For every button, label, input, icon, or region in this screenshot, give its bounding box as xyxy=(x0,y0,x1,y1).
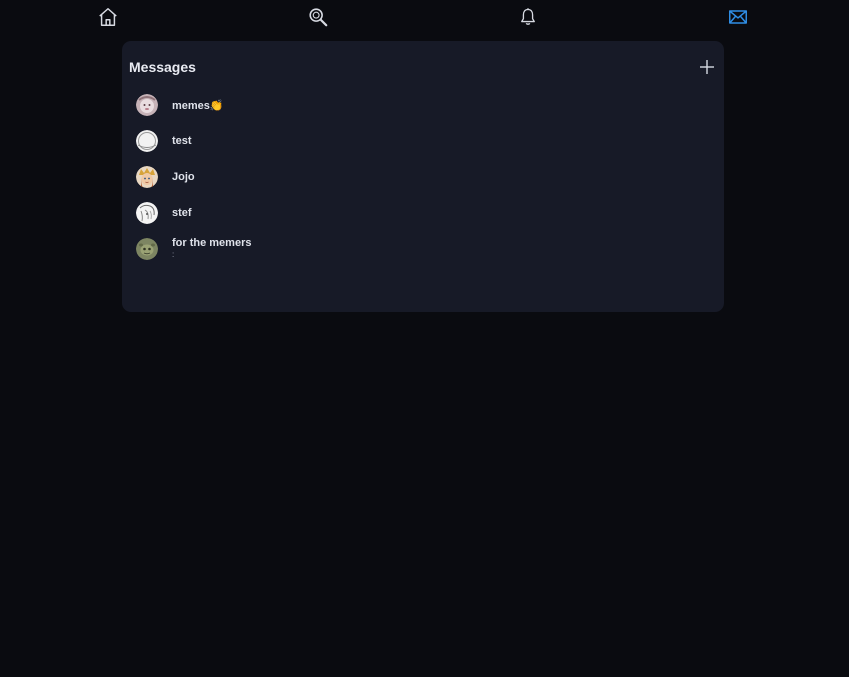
conversation-name: Jojo xyxy=(172,171,195,183)
nav-messages-button[interactable] xyxy=(725,4,751,30)
bell-icon xyxy=(518,7,538,27)
conversation-name: test xyxy=(172,135,192,147)
conversation-preview: : xyxy=(172,250,175,259)
avatar xyxy=(136,238,158,260)
avatar xyxy=(136,130,158,152)
top-navigation xyxy=(0,0,849,34)
avatar xyxy=(136,202,158,224)
conversation-item[interactable]: memes👏 xyxy=(122,92,724,128)
plus-icon xyxy=(697,60,717,81)
nav-home-button[interactable] xyxy=(95,4,121,30)
conversation-name: for the memers xyxy=(172,237,252,249)
nav-search-button[interactable] xyxy=(305,4,331,30)
conversation-item[interactable]: test xyxy=(122,128,724,164)
search-icon xyxy=(307,6,329,28)
new-message-button[interactable] xyxy=(697,57,717,77)
messages-title: Messages xyxy=(129,59,196,75)
conversation-item[interactable]: Jojo xyxy=(122,164,724,200)
home-icon xyxy=(97,6,119,28)
conversation-name: memes👏 xyxy=(172,100,224,112)
mail-icon xyxy=(727,6,749,28)
conversation-item[interactable]: for the memers : xyxy=(122,236,724,272)
conversation-item[interactable]: stef xyxy=(122,200,724,236)
conversation-name: stef xyxy=(172,207,192,219)
messages-panel: Messages memes👏 test Jojo stef for the m… xyxy=(122,41,724,312)
nav-notifications-button[interactable] xyxy=(515,4,541,30)
avatar xyxy=(136,166,158,188)
avatar xyxy=(136,94,158,116)
